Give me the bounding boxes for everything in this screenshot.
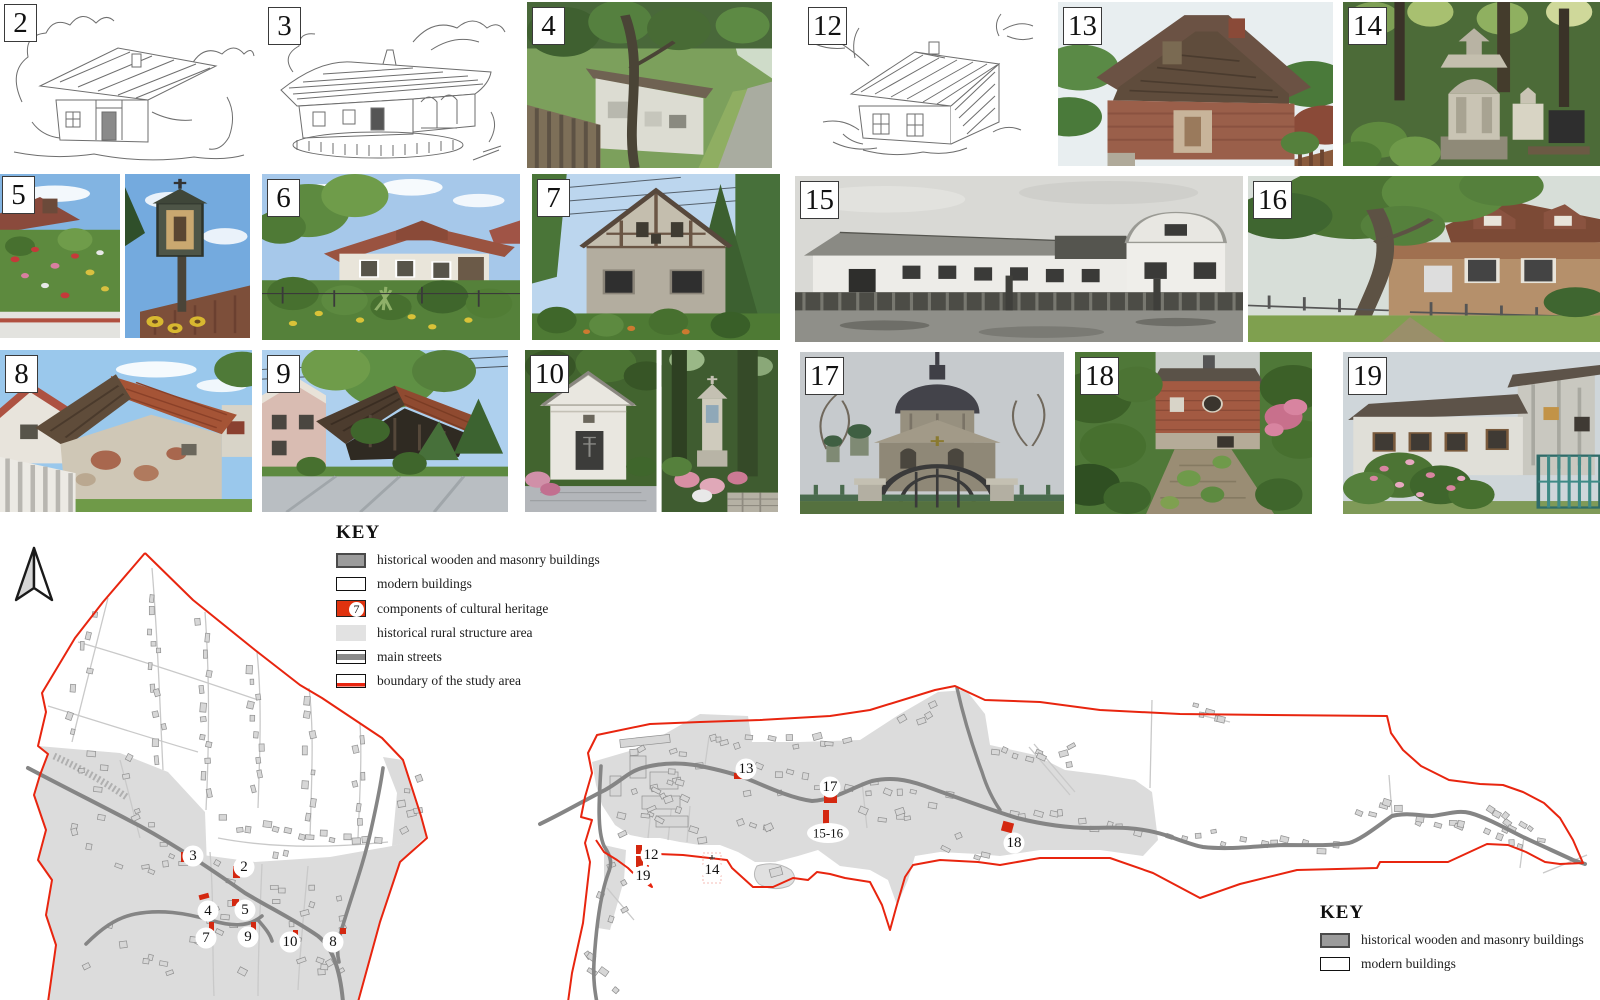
tile-number-badge: 8 <box>5 355 38 393</box>
map-marker-12: 12 <box>636 845 662 868</box>
legend-right: KEY historical wooden and masonry buildi… <box>1320 902 1600 980</box>
tile-number-badge: 13 <box>1063 7 1102 45</box>
rural-area-swatch <box>336 625 366 641</box>
tile-photo-13: 13 <box>1058 2 1333 166</box>
tile-photo-10: 10 <box>525 350 778 512</box>
legend-title: KEY <box>336 522 606 544</box>
legend-title: KEY <box>1320 902 1600 924</box>
tile-number-badge: 6 <box>267 179 300 217</box>
legend-item-label: modern buildings <box>1361 956 1456 972</box>
tile-photo-8: 8 <box>0 350 252 512</box>
tile-number-badge: 17 <box>805 357 844 395</box>
tile-number-badge: 19 <box>1348 357 1387 395</box>
svg-text:15-16: 15-16 <box>813 826 844 841</box>
tile-photo-16: 16 <box>1248 176 1600 342</box>
tile-number-badge: 2 <box>4 4 37 42</box>
tile-photo-19: 19 <box>1343 352 1600 514</box>
legend-left: KEY historical wooden and masonry buildi… <box>336 522 606 697</box>
svg-text:10: 10 <box>283 934 298 950</box>
svg-text:4: 4 <box>204 903 212 919</box>
svg-text:14: 14 <box>705 862 721 878</box>
boundary-swatch <box>336 674 366 688</box>
map-marker-19: 19 <box>633 866 654 887</box>
modern-building-swatch <box>1320 957 1350 971</box>
tile-number-badge: 18 <box>1080 357 1119 395</box>
tile-sketch-2: 2 <box>2 2 255 168</box>
legend-item-label: components of cultural heritage <box>377 601 548 617</box>
heritage-number-badge: 7 <box>349 602 364 617</box>
tile-number-badge: 5 <box>2 176 35 214</box>
tile-number-badge: 10 <box>530 355 569 393</box>
svg-text:17: 17 <box>823 779 839 795</box>
tile-photo-9: 9 <box>262 350 508 512</box>
modern-building-swatch <box>336 577 366 591</box>
historic-building-swatch <box>336 553 366 568</box>
svg-text:3: 3 <box>189 848 197 864</box>
svg-text:5: 5 <box>241 902 249 918</box>
svg-text:13: 13 <box>739 761 754 777</box>
tile-photo-4: 4 <box>527 2 772 168</box>
tile-photo-14: 14 <box>1343 2 1600 166</box>
figure-page: 2 3 <box>0 0 1600 1000</box>
legend-item-boundary: boundary of the study area <box>336 673 606 689</box>
legend-item-streets: main streets <box>336 649 606 665</box>
legend-item-label: historical wooden and masonry buildings <box>377 552 600 568</box>
tile-number-badge: 12 <box>808 7 847 45</box>
map-marker-10: 10 <box>280 930 301 953</box>
tile-sketch-12: 12 <box>803 2 1043 168</box>
legend-item-historic: historical wooden and masonry buildings <box>336 552 606 568</box>
svg-text:9: 9 <box>244 929 252 945</box>
tile-number-badge: 9 <box>267 355 300 393</box>
tile-photo-6: 6 <box>262 174 520 340</box>
historic-building-swatch <box>1320 933 1350 948</box>
svg-text:19: 19 <box>636 868 651 884</box>
legend-item-label: modern buildings <box>377 576 472 592</box>
main-street-swatch <box>336 650 366 664</box>
tile-number-badge: 4 <box>532 7 565 45</box>
svg-text:7: 7 <box>202 930 210 946</box>
tile-number-badge: 15 <box>800 181 839 219</box>
legend-item-modern: modern buildings <box>336 576 606 592</box>
tile-sketch-3: 3 <box>263 2 512 168</box>
legend-item-modern: modern buildings <box>1320 956 1600 972</box>
tile-photo-17: 17 <box>800 352 1064 514</box>
svg-text:8: 8 <box>329 934 337 950</box>
tile-number-badge: 14 <box>1348 7 1387 45</box>
tile-photo-18: 18 <box>1075 352 1312 514</box>
legend-item-label: main streets <box>377 649 442 665</box>
legend-item-historic: historical wooden and masonry buildings <box>1320 932 1600 948</box>
legend-item-label: boundary of the study area <box>377 673 521 689</box>
svg-text:2: 2 <box>240 859 248 875</box>
legend-item-area: historical rural structure area <box>336 625 606 641</box>
legend-item-heritage: 7 components of cultural heritage <box>336 600 606 617</box>
tile-photo-7: 7 <box>532 174 780 340</box>
tile-photo-5: 5 <box>0 174 250 338</box>
heritage-component-swatch: 7 <box>336 600 366 617</box>
legend-item-label: historical wooden and masonry buildings <box>1361 932 1584 948</box>
tile-number-badge: 16 <box>1253 181 1292 219</box>
tile-number-badge: 7 <box>537 179 570 217</box>
tile-photo-15: 15 <box>795 176 1243 342</box>
svg-text:12: 12 <box>644 847 659 863</box>
legend-item-label: historical rural structure area <box>377 625 533 641</box>
svg-text:18: 18 <box>1007 835 1022 851</box>
tile-number-badge: 3 <box>268 7 301 45</box>
